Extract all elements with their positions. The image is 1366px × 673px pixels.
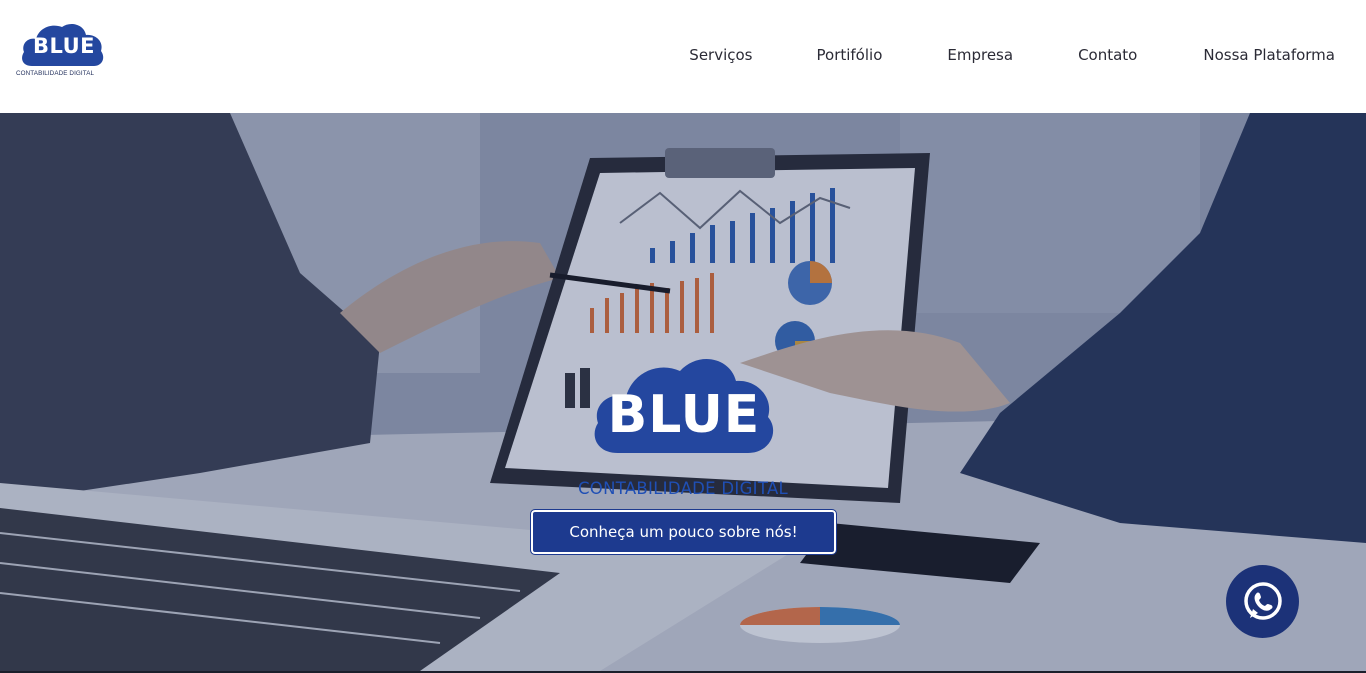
nav-item-contato[interactable]: Contato xyxy=(1078,46,1137,64)
about-us-button[interactable]: Conheça um pouco sobre nós! xyxy=(530,509,837,555)
hero-section: BLUE CONTABILIDADE DIGITAL Conheça um po… xyxy=(0,113,1366,671)
site-header: BLUE CONTABILIDADE DIGITAL Serviços Port… xyxy=(0,0,1366,113)
logo-wordmark: BLUE xyxy=(32,34,96,58)
logo-tagline: CONTABILIDADE DIGITAL xyxy=(16,70,95,77)
brand-logo[interactable]: BLUE CONTABILIDADE DIGITAL xyxy=(14,20,114,82)
whatsapp-button[interactable] xyxy=(1226,565,1299,638)
nav-item-portifolio[interactable]: Portifólio xyxy=(817,46,883,64)
hero-tagline: CONTABILIDADE DIGITAL xyxy=(577,479,789,498)
hero-logo: BLUE xyxy=(588,345,780,457)
nav-item-nossa-plataforma[interactable]: Nossa Plataforma xyxy=(1203,46,1335,64)
main-nav: Serviços Portifólio Empresa Contato Noss… xyxy=(689,46,1335,64)
nav-item-servicos[interactable]: Serviços xyxy=(689,46,752,64)
hero-logo-wordmark: BLUE xyxy=(607,385,761,445)
nav-item-empresa[interactable]: Empresa xyxy=(947,46,1013,64)
whatsapp-icon xyxy=(1243,581,1282,620)
